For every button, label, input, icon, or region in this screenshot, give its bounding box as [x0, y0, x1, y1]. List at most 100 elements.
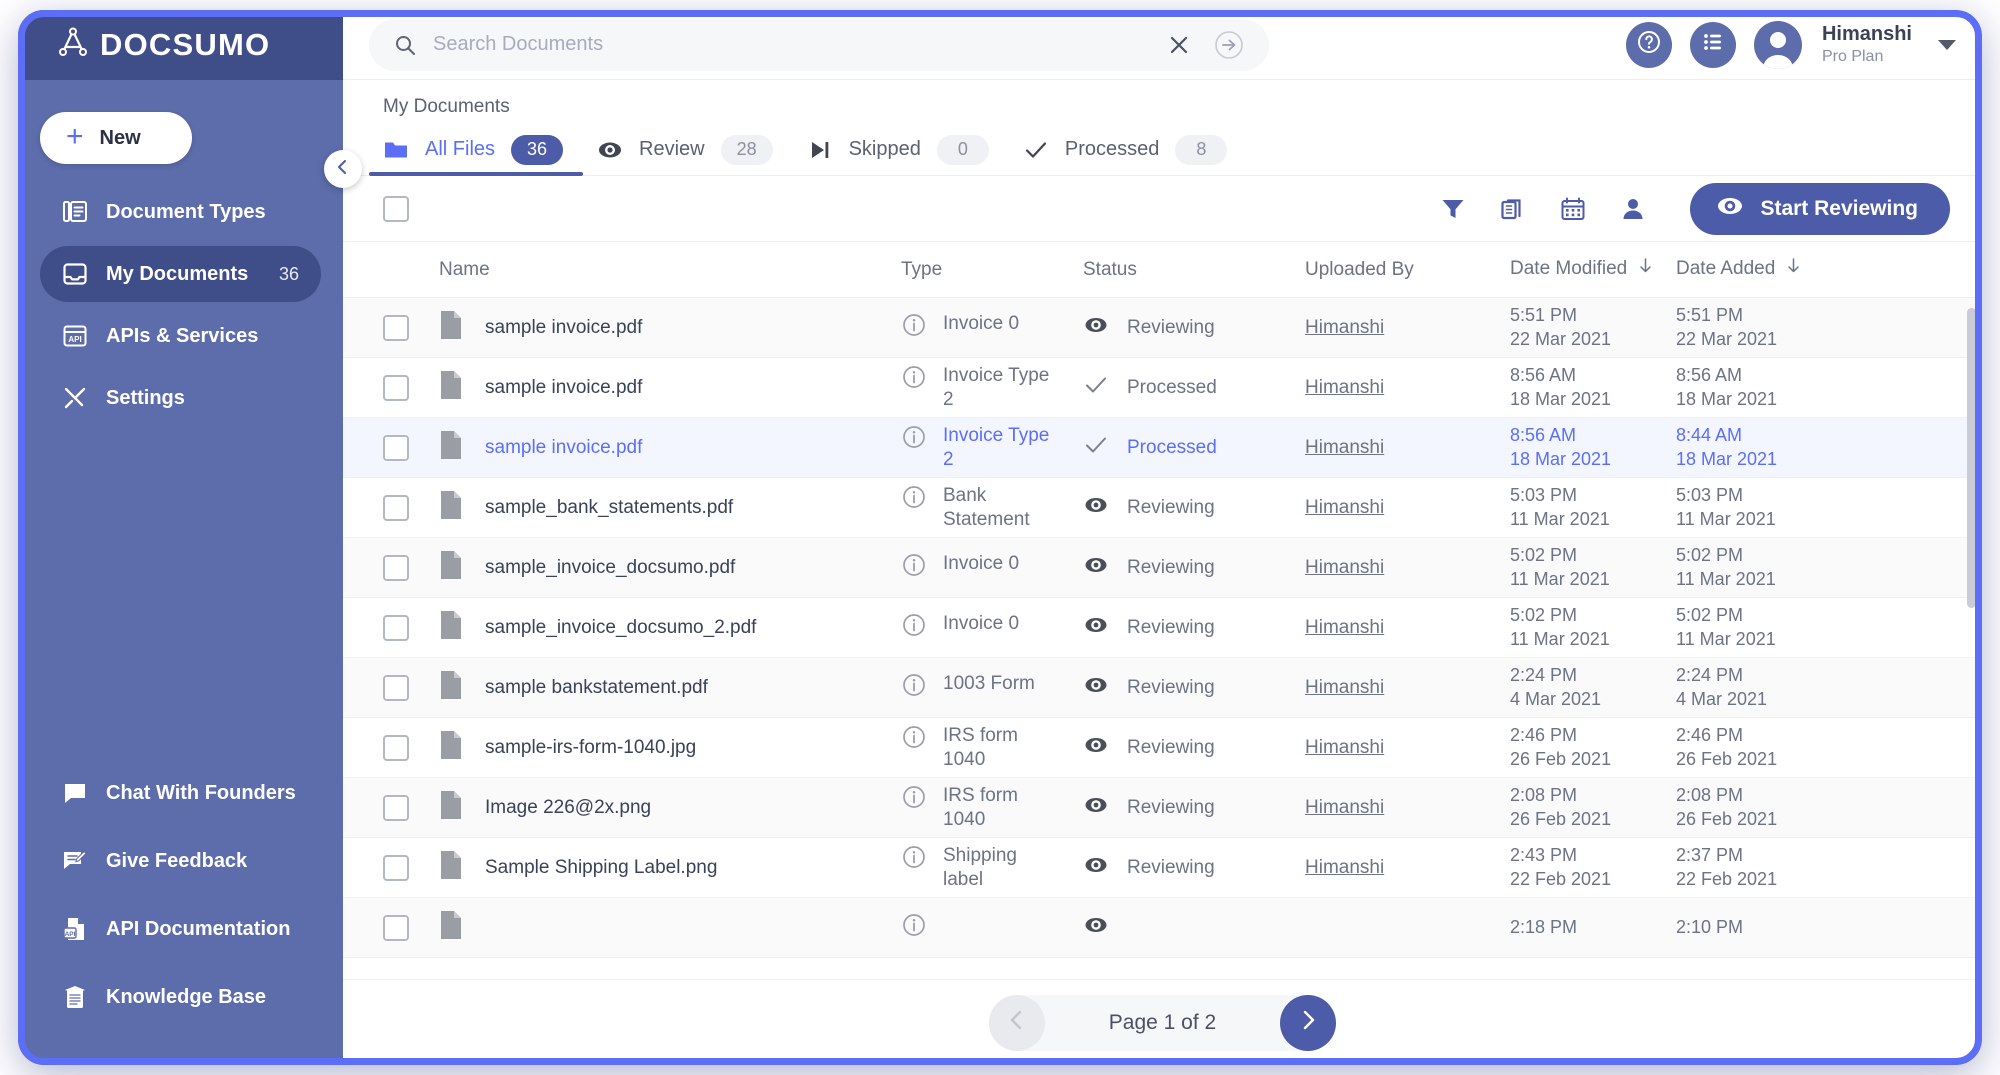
column-header-date-modified[interactable]: Date Modified — [1510, 257, 1676, 282]
chevron-down-icon[interactable] — [1938, 39, 1956, 50]
info-icon[interactable] — [901, 484, 927, 515]
column-header-name[interactable]: Name — [439, 259, 901, 281]
search-bar[interactable] — [369, 18, 1269, 71]
date-modified-time: 5:02 PM — [1510, 605, 1578, 626]
uploader-link[interactable]: Himanshi — [1305, 617, 1384, 638]
sidebar-item-knowledge-base[interactable]: Knowledge Base — [40, 969, 321, 1025]
table-row[interactable]: sample_bank_statements.pdf Bank Statement… — [343, 478, 1982, 538]
table-row[interactable]: Image 226@2x.png IRS form 1040 Reviewing Hi… — [343, 778, 1982, 838]
cell-name[interactable]: sample bankstatement.pdf — [439, 670, 901, 705]
next-page-button[interactable] — [1280, 994, 1337, 1051]
cell-name[interactable]: Sample Shipping Label.png — [439, 850, 901, 885]
row-checkbox[interactable] — [383, 554, 409, 581]
tab-skipped[interactable]: Skipped 0 — [807, 124, 1023, 176]
uploader-link[interactable]: Himanshi — [1305, 377, 1384, 398]
new-button[interactable]: + New — [40, 112, 192, 164]
tab-processed[interactable]: Processed 8 — [1023, 124, 1262, 176]
breadcrumb: My Documents — [383, 96, 510, 117]
tab-review[interactable]: Review 28 — [597, 124, 807, 176]
cell-name[interactable]: sample invoice.pdf — [439, 310, 901, 345]
sidebar-item-settings[interactable]: Settings — [40, 370, 321, 426]
tab-all-files[interactable]: All Files 36 — [368, 124, 597, 176]
cell-date-modified: 2:08 PM 26 Feb 2021 — [1510, 784, 1676, 831]
table-row[interactable]: sample invoice.pdf Invoice Type 2 Processe… — [343, 358, 1982, 418]
column-header-type[interactable]: Type — [901, 259, 1083, 281]
table-row[interactable]: sample invoice.pdf Invoice 0 Reviewing Hima… — [343, 298, 1982, 358]
cell-name[interactable] — [439, 910, 901, 945]
uploader-link[interactable]: Himanshi — [1305, 437, 1384, 458]
table-row[interactable]: Sample Shipping Label.png Shipping label R… — [343, 838, 1982, 898]
sidebar-collapse-button[interactable] — [324, 150, 362, 188]
calendar-icon[interactable] — [1560, 196, 1586, 222]
row-checkbox[interactable] — [383, 854, 409, 881]
uploader-link[interactable]: Himanshi — [1305, 857, 1384, 878]
info-icon[interactable] — [901, 844, 927, 875]
person-icon[interactable] — [1620, 196, 1646, 222]
uploader-link[interactable]: Himanshi — [1305, 557, 1384, 578]
document-table-body[interactable]: sample invoice.pdf Invoice 0 Reviewing Hima… — [343, 298, 1982, 1065]
cell-name[interactable]: sample invoice.pdf — [439, 370, 901, 405]
search-input[interactable] — [433, 33, 1151, 56]
help-button[interactable] — [1625, 21, 1672, 68]
filter-icon[interactable] — [1440, 196, 1466, 222]
table-row[interactable]: sample bankstatement.pdf 1003 Form Reviewi… — [343, 658, 1982, 718]
sidebar-item-chat-with-founders[interactable]: Chat With Founders — [40, 765, 321, 821]
table-row[interactable]: sample_invoice_docsumo.pdf Invoice 0 Revie… — [343, 538, 1982, 598]
row-checkbox[interactable] — [383, 374, 409, 401]
row-checkbox[interactable] — [383, 494, 409, 521]
user-info[interactable]: Himanshi Pro Plan — [1822, 22, 1912, 67]
brand-logo[interactable]: DOCSUMO — [18, 10, 343, 80]
cell-name[interactable]: sample_invoice_docsumo.pdf — [439, 550, 901, 585]
info-icon[interactable] — [901, 552, 927, 583]
column-header-uploaded-by[interactable]: Uploaded By — [1305, 259, 1510, 281]
table-row[interactable]: 2:18 PM 2:10 PM — [343, 898, 1982, 958]
uploader-link[interactable]: Himanshi — [1305, 737, 1384, 758]
row-checkbox[interactable] — [383, 314, 409, 341]
uploader-link[interactable]: Himanshi — [1305, 497, 1384, 518]
select-all-checkbox[interactable] — [383, 195, 409, 222]
sidebar-item-give-feedback[interactable]: Give Feedback — [40, 833, 321, 889]
info-icon[interactable] — [901, 724, 927, 755]
info-icon[interactable] — [901, 364, 927, 395]
info-icon[interactable] — [901, 312, 927, 343]
table-row[interactable]: sample-irs-form-1040.jpg IRS form 1040 Rev… — [343, 718, 1982, 778]
cell-name[interactable]: Image 226@2x.png — [439, 790, 901, 825]
row-checkbox[interactable] — [383, 794, 409, 821]
uploader-link[interactable]: Himanshi — [1305, 797, 1384, 818]
arrow-right-circle-icon[interactable] — [1213, 29, 1245, 61]
info-icon[interactable] — [901, 784, 927, 815]
info-icon[interactable] — [901, 424, 927, 455]
info-icon[interactable] — [901, 672, 927, 703]
column-header-date-added[interactable]: Date Added — [1676, 257, 1856, 282]
table-row[interactable]: sample_invoice_docsumo_2.pdf Invoice 0 Rev… — [343, 598, 1982, 658]
table-row[interactable]: sample invoice.pdf Invoice Type 2 Processe… — [343, 418, 1982, 478]
cell-name[interactable]: sample_bank_statements.pdf — [439, 490, 901, 525]
uploader-link[interactable]: Himanshi — [1305, 677, 1384, 698]
start-reviewing-button[interactable]: Start Reviewing — [1690, 182, 1950, 235]
sidebar-item-apis-services[interactable]: API APIs & Services — [40, 308, 321, 364]
previous-page-button[interactable] — [988, 994, 1045, 1051]
cell-name[interactable]: sample_invoice_docsumo_2.pdf — [439, 610, 901, 645]
row-checkbox[interactable] — [383, 614, 409, 641]
info-icon[interactable] — [901, 912, 927, 943]
avatar[interactable] — [1753, 20, 1802, 69]
column-header-status[interactable]: Status — [1083, 259, 1305, 281]
cell-name[interactable]: sample-irs-form-1040.jpg — [439, 730, 901, 765]
eye-icon — [1083, 672, 1109, 703]
uploader-link[interactable]: Himanshi — [1305, 317, 1384, 338]
row-checkbox[interactable] — [383, 434, 409, 461]
list-view-button[interactable] — [1689, 21, 1736, 68]
close-x-icon[interactable] — [1167, 33, 1191, 57]
sidebar-item-my-documents[interactable]: My Documents 36 — [40, 246, 321, 302]
sidebar-item-api-documentation[interactable]: API API Documentation — [40, 901, 321, 957]
copy-documents-icon[interactable] — [1500, 196, 1526, 222]
sidebar-item-document-types[interactable]: Document Types — [40, 184, 321, 240]
row-checkbox[interactable] — [383, 734, 409, 761]
row-checkbox[interactable] — [383, 914, 409, 941]
cell-type: Shipping label — [901, 844, 1083, 890]
row-checkbox[interactable] — [383, 674, 409, 701]
vertical-scrollbar-thumb[interactable] — [1967, 308, 1976, 608]
cell-name[interactable]: sample invoice.pdf — [439, 430, 901, 465]
sidebar-item-label: Give Feedback — [106, 849, 248, 872]
info-icon[interactable] — [901, 612, 927, 643]
